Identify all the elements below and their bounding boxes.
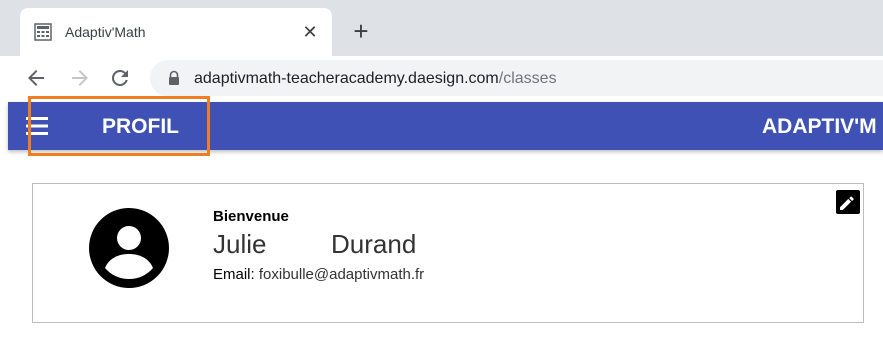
- arrow-left-icon[interactable]: [24, 66, 48, 90]
- tab-title: Adaptiv'Math: [65, 24, 146, 40]
- email-value: foxibulle@adaptivmath.fr: [258, 266, 425, 283]
- arrow-right-icon[interactable]: [68, 66, 92, 90]
- browser-toolbar: adaptivmath-teacheracademy.daesign.com/c…: [0, 56, 883, 100]
- address-bar[interactable]: adaptivmath-teacheracademy.daesign.com/c…: [150, 60, 883, 96]
- first-name: Julie: [213, 229, 267, 259]
- reload-icon[interactable]: [108, 66, 132, 90]
- url-text[interactable]: adaptivmath-teacheracademy.daesign.com/c…: [194, 69, 557, 89]
- account-circle-icon: [89, 208, 169, 288]
- plus-icon[interactable]: +: [348, 18, 374, 44]
- last-name: Durand: [331, 229, 417, 259]
- url-host: adaptivmath-teacheracademy.daesign.com: [194, 70, 499, 87]
- email-row: Email: foxibulle@adaptivmath.fr: [213, 266, 424, 284]
- calculator-icon: [34, 23, 52, 41]
- hamburger-menu-icon[interactable]: [26, 116, 52, 136]
- url-path: /classes: [498, 70, 557, 87]
- pencil-icon[interactable]: [836, 190, 860, 214]
- lock-icon[interactable]: [166, 70, 182, 86]
- app-brand: ADAPTIV'M: [762, 115, 877, 138]
- email-label: Email:: [213, 266, 255, 283]
- user-name: Julie Durand: [213, 229, 416, 259]
- browser-tab[interactable]: Adaptiv'Math ✕: [20, 8, 332, 56]
- app-bar: PROFIL ADAPTIV'M: [8, 102, 883, 150]
- browser-tabstrip: Adaptiv'Math ✕ +: [0, 0, 883, 56]
- close-icon[interactable]: ✕: [300, 22, 320, 42]
- page-title: PROFIL: [102, 115, 179, 138]
- welcome-label: Bienvenue: [213, 208, 289, 225]
- profile-card: Bienvenue Julie Durand Email: foxibulle@a…: [32, 183, 864, 323]
